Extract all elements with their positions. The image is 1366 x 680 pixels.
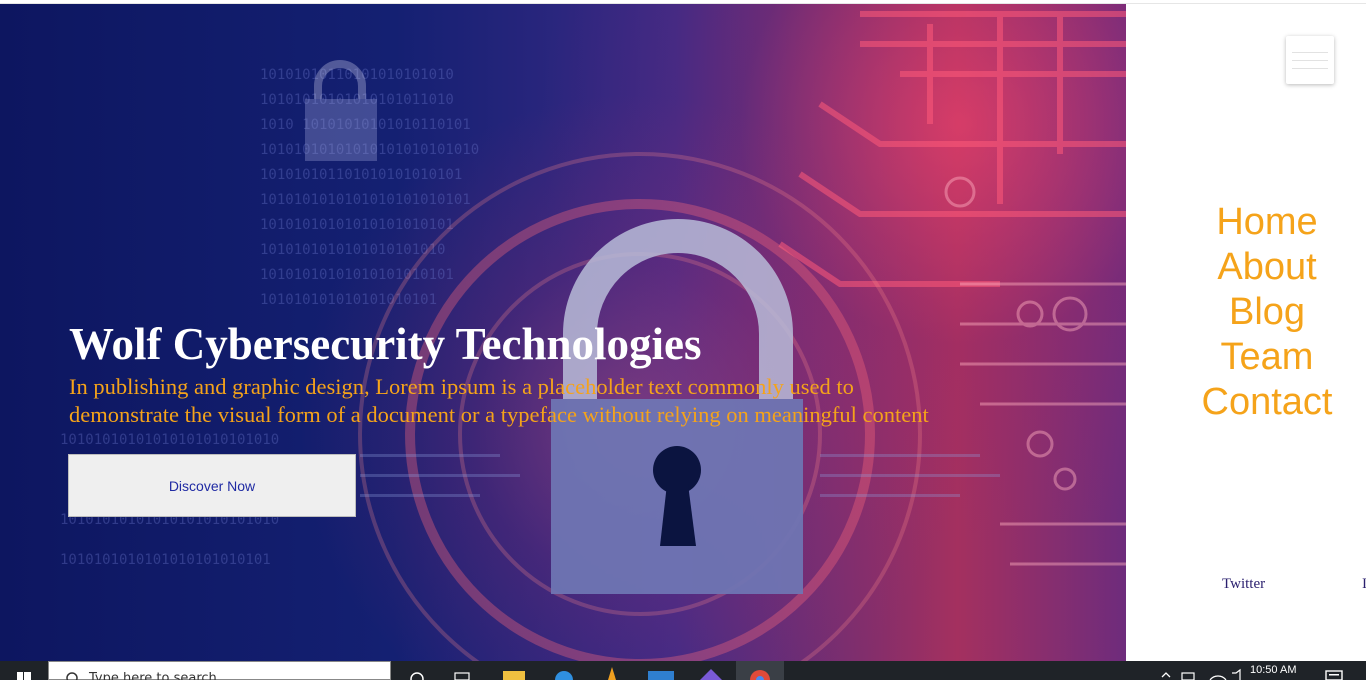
nav-item-blog[interactable]: Blog — [1126, 290, 1366, 335]
taskbar-search-box[interactable]: Type here to search — [48, 661, 391, 680]
hero-description: In publishing and graphic design, Lorem … — [69, 374, 929, 427]
svg-text:101010101101010101010101: 101010101101010101010101 — [260, 167, 462, 183]
taskbar-clock[interactable]: 10:50 AM — [1250, 664, 1296, 676]
hero-title: Wolf Cybersecurity Technologies — [69, 319, 702, 369]
svg-text:1010101010101010101010: 1010101010101010101010 — [260, 242, 445, 258]
chevron-up-icon — [1161, 672, 1171, 678]
search-placeholder: Type here to search — [89, 671, 217, 680]
cortana-icon — [410, 672, 424, 680]
twitter-link[interactable]: Twitter — [1222, 576, 1265, 593]
discover-now-button[interactable]: Discover Now — [68, 454, 356, 517]
system-tray-icons[interactable] — [1150, 661, 1250, 680]
menu-toggle-button[interactable] — [1286, 36, 1334, 84]
svg-text:10101010101010101010101: 10101010101010101010101 — [260, 217, 454, 233]
hero-section: 10101010110101010101010 1010 101010101010… — [0, 4, 1126, 661]
hamburger-line — [1292, 52, 1328, 53]
hamburger-line — [1292, 68, 1328, 69]
search-icon — [66, 672, 78, 680]
nav-item-team[interactable]: Team — [1126, 335, 1366, 380]
action-center-icon[interactable] — [1320, 661, 1350, 680]
svg-text:10101010101010101010101010: 10101010101010101010101010 — [60, 432, 279, 448]
mail-icon — [648, 671, 674, 680]
main-nav: Home About Blog Team Contact — [1126, 200, 1366, 425]
pencil-app-icon — [608, 667, 616, 680]
svg-text:101010101010101010101: 101010101010101010101 — [260, 292, 437, 308]
taskbar-pinned-apps — [410, 661, 784, 680]
sidebar: Home About Blog Team Contact Twitter I — [1126, 4, 1366, 661]
visual-studio-icon — [700, 669, 722, 680]
hamburger-line — [1292, 60, 1328, 61]
task-view-icon — [454, 672, 470, 680]
volume-icon — [1232, 668, 1241, 680]
nav-item-home[interactable]: Home — [1126, 200, 1366, 245]
nav-item-contact[interactable]: Contact — [1126, 380, 1366, 425]
svg-text:10101010101010101010101: 10101010101010101010101 — [260, 267, 454, 283]
windows-taskbar: Type here to search 10:50 AM — [0, 661, 1366, 680]
svg-text:1010101010101010101010101: 1010101010101010101010101 — [60, 552, 271, 568]
battery-icon — [1181, 672, 1195, 680]
start-button[interactable] — [0, 661, 48, 680]
windows-icon — [17, 672, 31, 680]
file-explorer-icon — [503, 671, 525, 680]
nav-item-about[interactable]: About — [1126, 245, 1366, 290]
svg-text:1010101010101010101010101: 1010101010101010101010101 — [260, 192, 471, 208]
edge-icon — [555, 671, 573, 680]
social-link-clipped[interactable]: I — [1362, 576, 1366, 593]
wifi-icon — [1209, 675, 1227, 680]
